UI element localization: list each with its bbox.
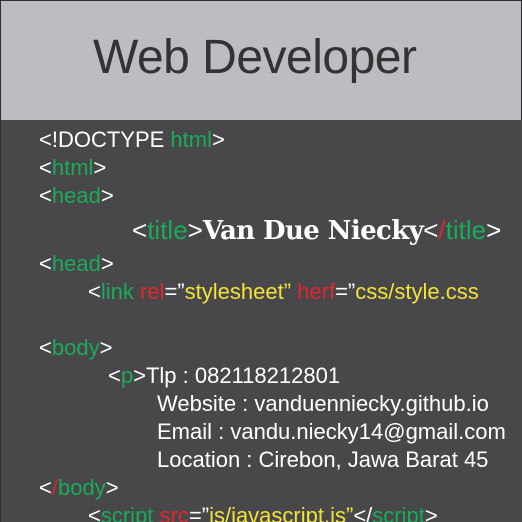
code-line-website: Website : vanduenniecky.github.io — [157, 391, 489, 417]
angle-open: </ — [353, 503, 373, 522]
code-line-link: <link rel=”stylesheet” herf=”css/style.c… — [88, 279, 479, 305]
angle-open: < — [39, 155, 52, 180]
code-line-script: <script src=”js/javascript.js”</script> — [88, 503, 438, 522]
rel-value: stylesheet” — [184, 279, 292, 304]
link-tag-name: link — [100, 279, 134, 304]
title-text: Van Due Niecky — [202, 216, 424, 246]
page-title: Web Developer — [93, 31, 417, 84]
phone-text: Tlp : 082118212801 — [145, 363, 341, 388]
src-attr: src — [159, 503, 189, 522]
rel-attr: rel — [140, 279, 165, 304]
html-tag-name: html — [51, 155, 94, 180]
angle-open: < — [39, 335, 52, 360]
header-banner: Web Developer — [0, 0, 522, 121]
body-tag-name: body — [51, 335, 100, 360]
angle-open: < — [39, 251, 52, 276]
closing-slash: / — [438, 215, 446, 245]
body-tag-name-close: body — [57, 475, 106, 500]
src-value: js/javascript.js” — [209, 503, 354, 522]
code-line-body-open: <body> — [39, 335, 112, 361]
angle-open: < — [39, 183, 52, 208]
angle-open: < — [132, 215, 148, 245]
code-line-body-close: </body> — [39, 475, 119, 501]
title-tag-name: title — [147, 215, 188, 245]
code-line-location: Location : Cirebon, Jawa Barat 45 — [157, 447, 488, 473]
equals-quote: =” — [335, 279, 356, 304]
herf-attr: herf — [291, 279, 336, 304]
code-line-html-open: <html> — [39, 155, 106, 181]
angle-close: > — [100, 183, 114, 208]
head-tag-name: head — [51, 183, 101, 208]
code-line-email: Email : vandu.niecky14@gmail.com — [157, 419, 506, 445]
app-frame: Web Developer <!DOCTYPE html> <html> <he… — [0, 0, 522, 522]
title-tag-name-close: title — [445, 215, 487, 245]
head-tag-name: head — [51, 251, 101, 276]
herf-value: css/style.css — [355, 279, 479, 304]
angle-close: > — [100, 251, 114, 276]
angle-close: > — [187, 215, 203, 245]
angle-close: > — [211, 127, 225, 152]
code-line-head-second: <head> — [39, 251, 114, 277]
code-block: <!DOCTYPE html> <html> <head> <title>Van… — [0, 120, 522, 522]
script-tag-name: script — [100, 503, 154, 522]
angle-close: > — [424, 503, 438, 522]
code-line-head-open: <head> — [39, 183, 114, 209]
p-tag-name: p — [120, 363, 134, 388]
equals-quote: =” — [188, 503, 210, 522]
equals-quote: =” — [164, 279, 185, 304]
angle-open: < — [108, 363, 121, 388]
code-line-doctype: <!DOCTYPE html> — [39, 127, 225, 153]
angle-open: < — [88, 279, 101, 304]
angle-open: < — [423, 215, 439, 245]
angle-close: > — [486, 215, 502, 245]
angle-open: < — [88, 503, 101, 522]
angle-open: < — [39, 475, 52, 500]
email-text: Email : vandu.niecky14@gmail.com — [157, 419, 506, 444]
doctype-name: html — [170, 127, 212, 152]
code-line-p: <p>Tlp : 082118212801 — [108, 363, 340, 389]
doctype-keyword: <!DOCTYPE — [39, 127, 171, 152]
website-text: Website : vanduenniecky.github.io — [157, 391, 489, 416]
code-line-title: <title>Van Due Niecky</title> — [132, 215, 501, 246]
angle-close: > — [93, 155, 107, 180]
script-tag-name-close: script — [372, 503, 425, 522]
angle-close: > — [133, 363, 146, 388]
angle-close: > — [99, 335, 113, 360]
location-text: Location : Cirebon, Jawa Barat 45 — [157, 447, 489, 472]
angle-close: > — [105, 475, 119, 500]
